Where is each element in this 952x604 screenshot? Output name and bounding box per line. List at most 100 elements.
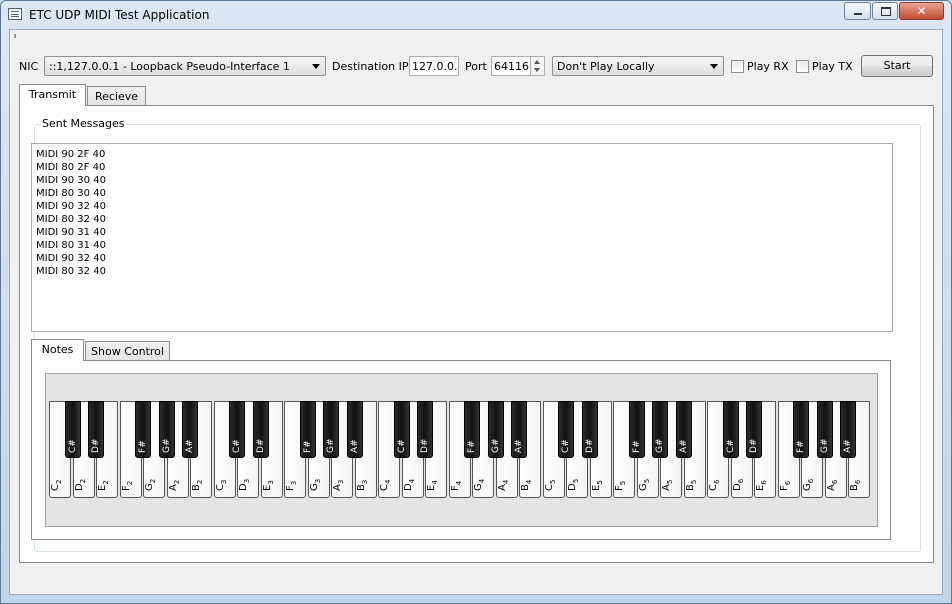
maximize-button[interactable] [872, 2, 898, 20]
black-key-label: D# [584, 438, 595, 453]
list-item[interactable]: MIDI 80 32 40 [36, 213, 106, 226]
port-input[interactable]: 64116 [491, 56, 531, 76]
key-note: B [191, 484, 202, 491]
tab-notes[interactable]: Notes [31, 339, 84, 361]
key-octave: 3 [360, 479, 369, 485]
key-note: E [97, 484, 108, 491]
key-octave: 2 [78, 478, 87, 484]
key-octave: 2 [196, 479, 204, 485]
close-button[interactable]: ✕ [899, 2, 944, 20]
key-octave: 2 [172, 479, 181, 485]
black-key-D-sharp[interactable]: D# [581, 401, 598, 458]
white-key-label: F6 [779, 481, 792, 491]
start-button[interactable]: Start [861, 55, 933, 77]
key-note: D [731, 483, 743, 491]
black-key-A-sharp[interactable]: A# [511, 401, 527, 458]
list-item[interactable]: MIDI 80 2F 40 [36, 161, 105, 174]
key-note: G [144, 483, 155, 491]
black-key-F-sharp[interactable]: F# [299, 401, 316, 458]
black-key-G-sharp[interactable]: G# [652, 401, 668, 458]
key-note: B [684, 484, 696, 491]
black-key-label: G# [326, 438, 336, 453]
port-spinner[interactable] [530, 56, 545, 76]
black-key-C-sharp[interactable]: C# [722, 401, 739, 458]
black-key-D-sharp[interactable]: D# [88, 401, 104, 458]
key-octave: 5 [572, 478, 580, 484]
list-item[interactable]: MIDI 90 2F 40 [36, 148, 105, 161]
key-note: B [520, 484, 531, 491]
list-item[interactable]: MIDI 90 31 40 [36, 226, 106, 239]
black-key-D-sharp[interactable]: D# [252, 401, 269, 458]
black-key-F-sharp[interactable]: F# [464, 401, 480, 458]
play-mode-dropdown[interactable]: Don't Play Locally [552, 56, 724, 76]
list-item[interactable]: MIDI 80 31 40 [36, 239, 106, 252]
key-note: F [285, 485, 296, 491]
key-octave: 2 [125, 480, 134, 486]
piano-keyboard: C2 D2 E2 F2 G2 A2 B2 C3 D3 E3 F3 G3 A3 B3 C4 D4 E4 F4 G4 A4… [45, 373, 878, 527]
black-key-A-sharp[interactable]: A# [675, 401, 692, 458]
black-key-label: G# [490, 438, 501, 453]
list-item[interactable]: MIDI 80 30 40 [36, 187, 106, 200]
white-key-label: D5 [567, 479, 580, 491]
white-key-label: E2 [97, 480, 110, 491]
notes-pane: C2 D2 E2 F2 G2 A2 B2 C3 D3 E3 F3 G3 A3 B3 C4 D4 E4 F4 G4 A4… [31, 360, 891, 540]
black-key-C-sharp[interactable]: C# [229, 401, 245, 458]
black-key-G-sharp[interactable]: G# [816, 401, 833, 458]
black-key-label: G# [161, 438, 172, 453]
minimize-button[interactable] [844, 2, 871, 20]
black-key-G-sharp[interactable]: G# [158, 401, 175, 458]
black-key-C-sharp[interactable]: C# [558, 401, 574, 458]
black-key-label: F# [467, 440, 477, 453]
spin-up-icon[interactable] [534, 60, 540, 64]
black-key-G-sharp[interactable]: G# [323, 401, 339, 458]
key-note: F [614, 485, 625, 491]
nic-dropdown[interactable]: ::1,127.0.0.1 - Loopback Pseudo-Interfac… [44, 56, 326, 76]
list-item[interactable]: MIDI 80 32 40 [36, 265, 106, 278]
black-key-D-sharp[interactable]: D# [746, 401, 762, 458]
key-note: B [355, 484, 367, 491]
black-key-label: F# [138, 440, 148, 453]
black-key-C-sharp[interactable]: C# [393, 401, 410, 458]
black-key-label: C# [232, 439, 242, 453]
key-octave: 3 [313, 478, 322, 484]
black-key-A-sharp[interactable]: A# [346, 401, 363, 458]
play-rx-checkbox[interactable] [731, 60, 744, 73]
black-key-label: C# [561, 439, 571, 453]
key-note: D [567, 483, 578, 491]
black-key-F-sharp[interactable]: F# [135, 401, 151, 458]
list-item[interactable]: MIDI 90 32 40 [36, 252, 106, 265]
menu-strip [10, 30, 942, 40]
tab-show-control[interactable]: Show Control [85, 341, 170, 361]
key-note: A [167, 484, 179, 491]
black-key-label: F# [631, 440, 642, 453]
key-octave: 3 [219, 479, 228, 485]
tab-transmit[interactable]: Transmit [19, 84, 86, 106]
destination-ip-label: Destination IP: [332, 60, 413, 73]
white-key-label: C4 [379, 480, 392, 491]
black-key-F-sharp[interactable]: F# [628, 401, 645, 458]
black-key-C-sharp[interactable]: C# [64, 401, 81, 458]
tab-receive[interactable]: Recieve [87, 86, 146, 106]
play-tx-checkbox[interactable] [796, 60, 809, 73]
title-bar: ETC UDP MIDI Test Application ✕ [1, 1, 951, 29]
key-octave: 2 [55, 479, 63, 485]
list-item[interactable]: MIDI 90 32 40 [36, 200, 106, 213]
black-key-D-sharp[interactable]: D# [417, 401, 433, 458]
white-key-label: B4 [520, 480, 533, 491]
sent-messages-title: Sent Messages [40, 117, 127, 130]
sent-messages-list[interactable]: MIDI 90 2F 40 MIDI 80 2F 40 MIDI 90 30 40 M… [31, 143, 893, 332]
black-key-A-sharp[interactable]: A# [840, 401, 856, 458]
black-key-F-sharp[interactable]: F# [793, 401, 809, 458]
spin-down-icon[interactable] [534, 68, 540, 72]
black-key-G-sharp[interactable]: G# [487, 401, 504, 458]
white-key-label: G6 [802, 479, 815, 491]
key-note: C [50, 484, 61, 491]
key-octave: 6 [760, 480, 768, 485]
black-key-label: C# [725, 439, 736, 453]
destination-ip-input[interactable]: 127.0.0.1 [409, 56, 459, 76]
key-octave: 4 [384, 479, 392, 485]
black-key-label: F# [302, 440, 313, 453]
black-key-A-sharp[interactable]: A# [182, 401, 198, 458]
list-item[interactable]: MIDI 90 30 40 [36, 174, 106, 187]
black-key-label: A# [843, 439, 853, 453]
